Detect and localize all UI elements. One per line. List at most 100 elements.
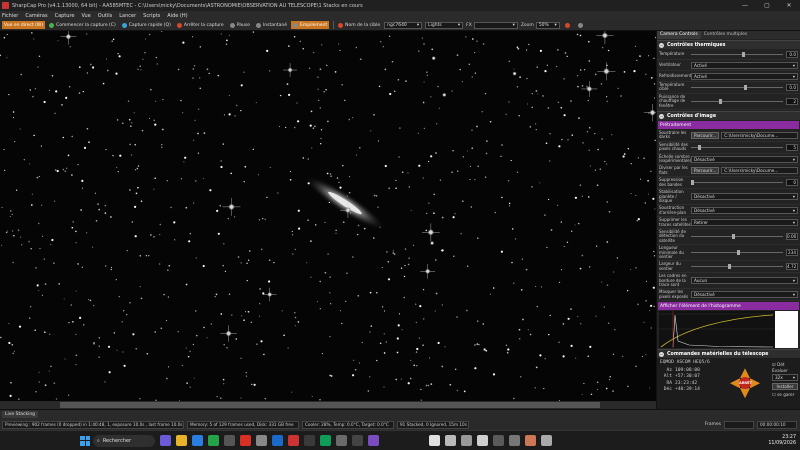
target-temperature-slider[interactable] — [691, 84, 783, 90]
zoom-select[interactable]: 50% ▾ — [535, 21, 560, 29]
tab-camera-controls[interactable]: Camera Controls — [657, 31, 701, 39]
slider-knob[interactable] — [737, 250, 740, 256]
taskbar-search[interactable]: ⌕ Rechercher — [93, 434, 155, 447]
pause-button[interactable]: Pause — [228, 21, 252, 29]
sharpcap-icon[interactable] — [288, 435, 299, 446]
dark-scale-select[interactable]: Désactivé ▾ — [691, 155, 798, 163]
slider-knob[interactable] — [698, 144, 702, 150]
fan-select[interactable]: Activé ▾ — [691, 61, 798, 69]
tray-icon[interactable] — [509, 435, 520, 446]
browse-dark-button[interactable]: Parcourir... — [691, 131, 720, 139]
preprocessing-header[interactable]: Prétraitement — [658, 121, 799, 130]
menu-capture[interactable]: Capture — [55, 13, 75, 19]
store-icon[interactable] — [192, 435, 203, 446]
slider-knob[interactable] — [691, 180, 694, 186]
menu-cameras[interactable]: Caméras — [25, 13, 47, 19]
horizontal-scrollbar[interactable] — [0, 401, 656, 409]
hot-pixel-value[interactable]: 5 — [786, 143, 798, 151]
window-heater-value[interactable]: 2 — [786, 97, 798, 105]
tray-icon[interactable] — [461, 435, 472, 446]
tray-icon[interactable] — [493, 435, 504, 446]
stabilization-select[interactable]: Désactivé ▾ — [691, 193, 798, 201]
app-icon-neutral[interactable] — [304, 435, 315, 446]
menu-aide[interactable]: Aide (H) — [167, 13, 187, 19]
tray-icon[interactable] — [477, 435, 488, 446]
settings-button[interactable] — [576, 21, 587, 29]
slider-knob[interactable] — [718, 98, 722, 104]
stop-capture-button[interactable]: Arrêter la capture — [175, 21, 226, 29]
fx-select[interactable]: ▾ — [473, 21, 518, 29]
quick-capture-button[interactable]: Capture rapide (Q) — [120, 21, 173, 29]
whatsapp-icon[interactable] — [208, 435, 219, 446]
window-heater-slider[interactable] — [691, 98, 783, 104]
histogram-display[interactable] — [659, 311, 798, 349]
app-icon-settings[interactable] — [336, 435, 347, 446]
slider-knob[interactable] — [744, 84, 748, 90]
tab-multiple-controls[interactable]: Contrôles multiples — [701, 31, 751, 39]
target-temperature-value[interactable]: 0.0 — [786, 83, 798, 91]
background-subtraction-select[interactable]: Désactivé ▾ — [691, 207, 798, 215]
menu-scripts[interactable]: Scripts — [143, 13, 160, 19]
mask-pixels-select[interactable]: Désactivé ▾ — [691, 291, 798, 299]
live-view-button[interactable]: Vue en direct (W) — [2, 21, 46, 29]
app-icon-purple[interactable] — [368, 435, 379, 446]
close-button[interactable]: ✕ — [778, 0, 800, 11]
satellite-sensitivity-slider[interactable] — [691, 234, 783, 240]
trail-length-slider[interactable] — [691, 250, 783, 256]
app-icon-dark[interactable] — [224, 435, 235, 446]
taskbar-clock[interactable]: 23:27 11/09/2026 — [768, 435, 796, 447]
scope-controls-header[interactable]: − Commandes matérielles du télescope — [657, 349, 800, 359]
dark-path-field[interactable]: C:\Users\micky\Docume... — [721, 131, 798, 139]
tray-icon[interactable] — [525, 435, 536, 446]
target-name-button[interactable]: Nom de la cible — [336, 21, 382, 29]
slider-knob[interactable] — [727, 264, 731, 270]
stop-button[interactable]: ARRÊT — [739, 377, 752, 390]
image-controls-header[interactable]: − Contrôles d'image — [657, 111, 800, 121]
menu-vue[interactable]: Vue — [81, 13, 90, 19]
tab-live-stacking[interactable]: Live Stacking — [2, 411, 39, 418]
banding-slider[interactable] — [691, 180, 783, 186]
maximize-button[interactable]: ▢ — [756, 0, 778, 11]
trail-frames-select[interactable]: Aucun ▾ — [691, 277, 798, 285]
trail-length-value[interactable]: 234 — [786, 249, 798, 257]
satellite-sensitivity-value[interactable]: 0.00 — [786, 233, 798, 241]
tracking-checkbox[interactable]: ☑ Dét — [772, 362, 798, 367]
start-capture-button[interactable]: Commencer la capture (C) — [47, 21, 118, 29]
rate-select[interactable]: 32x ▾ — [772, 374, 798, 382]
task-view-icon[interactable] — [160, 435, 171, 446]
scrollbar-thumb[interactable] — [60, 402, 600, 408]
hot-pixel-slider[interactable] — [691, 144, 783, 150]
snapshot-button[interactable]: Instantané — [254, 21, 289, 29]
browse-flat-button[interactable]: Parcourir... — [691, 167, 720, 175]
satellite-trail-select[interactable]: Retirer ▾ — [691, 219, 798, 227]
app-icon-green[interactable] — [320, 435, 331, 446]
menu-fichier[interactable]: Fichier — [2, 13, 18, 19]
app-icon-terminal[interactable] — [352, 435, 363, 446]
edge-icon[interactable] — [272, 435, 283, 446]
tray-icon[interactable] — [541, 435, 552, 446]
trail-width-slider[interactable] — [691, 264, 783, 270]
file-explorer-icon[interactable] — [176, 435, 187, 446]
slider-knob[interactable] — [732, 234, 736, 240]
south-arrow-icon[interactable] — [740, 388, 750, 399]
tray-icon[interactable] — [429, 435, 440, 446]
image-viewer[interactable] — [0, 31, 656, 401]
histogram-tool-button[interactable] — [563, 21, 574, 29]
menu-outils[interactable]: Outils — [98, 13, 112, 19]
histogram-header[interactable]: Afficher l'élément de l'histogramme — [658, 302, 799, 311]
minimize-button[interactable]: — — [734, 0, 756, 11]
install-button[interactable]: Installer — [772, 383, 798, 391]
tray-icon[interactable] — [445, 435, 456, 446]
app-icon-red[interactable] — [240, 435, 251, 446]
windows-start-icon[interactable] — [80, 435, 90, 446]
target-name-input[interactable]: ngc7640 ▾ — [384, 21, 423, 29]
park-checkbox[interactable]: ☐ se garer — [772, 392, 798, 397]
trail-width-value[interactable]: 4.72 — [786, 263, 798, 271]
menu-lancer[interactable]: Lancer — [119, 13, 136, 19]
flat-path-field[interactable]: C:\Users\micky\Docume... — [721, 167, 798, 175]
app-icon-gray[interactable] — [256, 435, 267, 446]
cooling-select[interactable]: Activé ▾ — [691, 72, 798, 80]
banding-value[interactable]: 0 — [786, 179, 798, 187]
frame-type-select[interactable]: Lights ▾ — [425, 21, 464, 29]
stacking-button[interactable]: Empilement — [291, 21, 330, 29]
